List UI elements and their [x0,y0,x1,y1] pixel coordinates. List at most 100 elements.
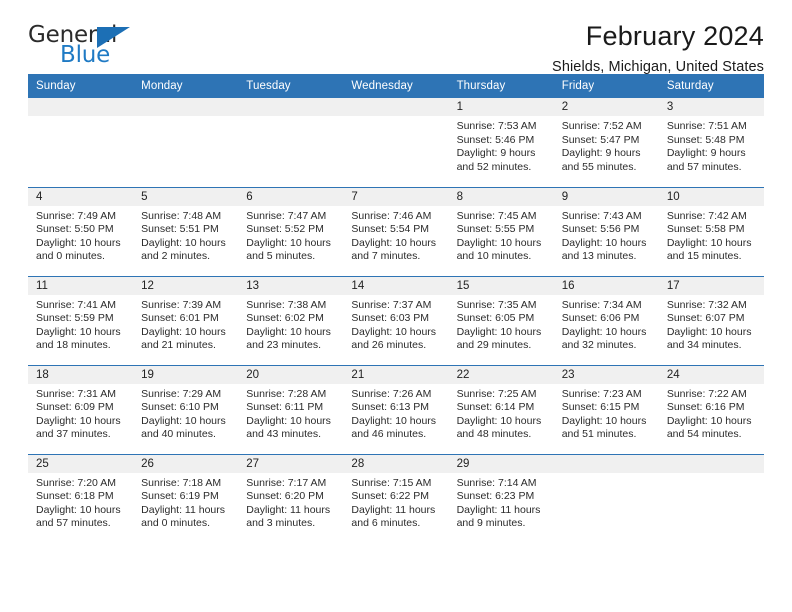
daylight-text-line2: and 0 minutes. [141,517,211,530]
day-details: Sunrise: 7:35 AM Sunset: 6:05 PM Daylight:… [449,295,554,353]
calendar-week-row: 25 Sunrise: 7:20 AM Sunset: 6:18 PM Dayligh… [28,453,764,544]
day-cell-inner [658,454,764,544]
day-details: Sunrise: 7:15 AM Sunset: 6:22 PM Daylight:… [343,473,448,531]
calendar-day-cell[interactable]: 14 Sunrise: 7:37 AM Sunset: 6:03 PM Dayligh… [343,275,449,365]
weekday-header-monday: Monday [133,74,239,98]
calendar-day-cell [658,453,764,544]
general-blue-logo[interactable]: General Blue [28,22,148,72]
calendar-day-cell[interactable]: 9 Sunrise: 7:43 AM Sunset: 5:56 PM Daylight… [553,186,659,276]
daylight-text-line2: and 48 minutes. [456,428,532,441]
day-number: 8 [448,187,554,206]
calendar-day-cell[interactable]: 5 Sunrise: 7:48 AM Sunset: 5:51 PM Daylight… [133,186,239,276]
calendar-day-cell[interactable]: 23 Sunrise: 7:23 AM Sunset: 6:15 PM Dayligh… [553,364,659,454]
daylight-text-line1: Daylight: 10 hours [456,236,542,249]
daylight-text-line1: Daylight: 10 hours [351,236,437,249]
daylight-text-line2: and 7 minutes. [351,250,421,263]
day-cell-inner: 21 Sunrise: 7:26 AM Sunset: 6:13 PM Dayligh… [343,365,449,454]
weekday-header-thursday: Thursday [448,74,554,98]
calendar-day-cell[interactable]: 20 Sunrise: 7:28 AM Sunset: 6:11 PM Dayligh… [238,364,344,454]
calendar-day-cell[interactable]: 15 Sunrise: 7:35 AM Sunset: 6:05 PM Dayligh… [448,275,554,365]
calendar-day-cell[interactable]: 22 Sunrise: 7:25 AM Sunset: 6:14 PM Dayligh… [448,364,554,454]
sunset-text: Sunset: 6:05 PM [456,312,535,325]
calendar-day-cell[interactable]: 7 Sunrise: 7:46 AM Sunset: 5:54 PM Daylight… [343,186,449,276]
day-details: Sunrise: 7:47 AM Sunset: 5:52 PM Daylight:… [238,206,343,264]
daylight-text-line1: Daylight: 10 hours [246,325,331,338]
sunset-text: Sunset: 5:46 PM [456,133,535,146]
day-cell-inner: 22 Sunrise: 7:25 AM Sunset: 6:14 PM Dayligh… [448,365,554,454]
day-cell-inner: 20 Sunrise: 7:28 AM Sunset: 6:11 PM Dayligh… [238,365,344,454]
day-cell-inner: 27 Sunrise: 7:17 AM Sunset: 6:20 PM Dayligh… [238,454,344,544]
calendar-day-cell[interactable]: 8 Sunrise: 7:45 AM Sunset: 5:55 PM Daylight… [448,186,554,276]
day-details: Sunrise: 7:49 AM Sunset: 5:50 PM Daylight:… [28,206,133,264]
calendar-day-cell[interactable]: 13 Sunrise: 7:38 AM Sunset: 6:02 PM Dayligh… [238,275,344,365]
calendar-day-cell[interactable]: 11 Sunrise: 7:41 AM Sunset: 5:59 PM Dayligh… [28,275,134,365]
day-number: 17 [658,276,764,295]
day-details: Sunrise: 7:17 AM Sunset: 6:20 PM Daylight:… [238,473,343,531]
calendar-day-cell[interactable]: 21 Sunrise: 7:26 AM Sunset: 6:13 PM Dayligh… [343,364,449,454]
calendar-day-cell[interactable]: 12 Sunrise: 7:39 AM Sunset: 6:01 PM Dayligh… [133,275,239,365]
calendar-day-cell[interactable]: 16 Sunrise: 7:34 AM Sunset: 6:06 PM Dayligh… [553,275,659,365]
calendar-day-cell[interactable]: 2 Sunrise: 7:52 AM Sunset: 5:47 PM Daylight… [553,98,659,187]
daylight-text-line2: and 57 minutes. [36,517,111,530]
daylight-text-line1: Daylight: 9 hours [561,147,641,160]
daylight-text-line1: Daylight: 9 hours [456,147,536,160]
calendar-day-cell[interactable]: 19 Sunrise: 7:29 AM Sunset: 6:10 PM Dayligh… [133,364,239,454]
day-details: Sunrise: 7:38 AM Sunset: 6:02 PM Daylight:… [238,295,343,353]
daylight-text-line2: and 18 minutes. [36,339,111,352]
page-header: General Blue February 2024 Shields, Mich… [28,0,764,76]
sunrise-text: Sunrise: 7:14 AM [456,476,537,489]
calendar-day-cell[interactable]: 10 Sunrise: 7:42 AM Sunset: 5:58 PM Dayligh… [658,186,764,276]
day-details: Sunrise: 7:31 AM Sunset: 6:09 PM Daylight:… [28,384,133,442]
daylight-text-line1: Daylight: 10 hours [351,325,437,338]
sunrise-text: Sunrise: 7:45 AM [456,209,537,222]
daylight-text-line2: and 5 minutes. [246,250,316,263]
sunrise-text: Sunrise: 7:28 AM [246,387,327,400]
sunrise-text: Sunrise: 7:17 AM [246,476,327,489]
sunrise-text: Sunrise: 7:35 AM [456,298,537,311]
day-cell-inner: 12 Sunrise: 7:39 AM Sunset: 6:01 PM Dayligh… [133,276,239,365]
day-cell-inner: 6 Sunrise: 7:47 AM Sunset: 5:52 PM Daylight… [238,187,344,276]
sunrise-text: Sunrise: 7:49 AM [36,209,116,222]
day-details: Sunrise: 7:26 AM Sunset: 6:13 PM Daylight:… [343,384,448,442]
calendar-day-cell[interactable]: 18 Sunrise: 7:31 AM Sunset: 6:09 PM Dayligh… [28,364,134,454]
daylight-text-line1: Daylight: 10 hours [456,414,542,427]
calendar-day-cell[interactable]: 28 Sunrise: 7:15 AM Sunset: 6:22 PM Dayligh… [343,453,449,543]
calendar-day-cell[interactable]: 29 Sunrise: 7:14 AM Sunset: 6:23 PM Dayligh… [448,453,554,543]
calendar-day-cell[interactable]: 3 Sunrise: 7:51 AM Sunset: 5:48 PM Daylight… [658,98,764,187]
daylight-text-line1: Daylight: 10 hours [141,414,226,427]
calendar-week-row: 4 Sunrise: 7:49 AM Sunset: 5:50 PM Daylight… [28,186,764,276]
calendar-day-cell[interactable]: 6 Sunrise: 7:47 AM Sunset: 5:52 PM Daylight… [238,186,344,276]
day-cell-inner: 4 Sunrise: 7:49 AM Sunset: 5:50 PM Daylight… [28,187,134,276]
calendar-day-cell[interactable]: 4 Sunrise: 7:49 AM Sunset: 5:50 PM Daylight… [28,186,134,276]
daylight-text-line2: and 43 minutes. [246,428,321,441]
calendar-day-cell[interactable]: 1 Sunrise: 7:53 AM Sunset: 5:46 PM Daylight… [448,98,554,187]
page-title: February 2024 [585,21,764,51]
daylight-text-line2: and 40 minutes. [141,428,216,441]
day-cell-inner: 25 Sunrise: 7:20 AM Sunset: 6:18 PM Dayligh… [28,454,134,544]
calendar-page: General Blue February 2024 Shields, Mich… [0,0,792,612]
sunrise-text: Sunrise: 7:18 AM [141,476,222,489]
day-number [553,454,659,473]
sunset-text: Sunset: 5:58 PM [666,223,745,236]
calendar-day-cell[interactable]: 17 Sunrise: 7:32 AM Sunset: 6:07 PM Dayligh… [658,275,764,365]
sunrise-text: Sunrise: 7:31 AM [36,387,116,400]
calendar-day-cell[interactable]: 27 Sunrise: 7:17 AM Sunset: 6:20 PM Dayligh… [238,453,344,544]
day-cell-inner [343,98,449,187]
daylight-text-line2: and 10 minutes. [456,250,532,263]
day-details: Sunrise: 7:45 AM Sunset: 5:55 PM Daylight:… [449,206,554,264]
day-details: Sunrise: 7:48 AM Sunset: 5:51 PM Daylight:… [133,206,238,264]
calendar-day-cell[interactable]: 24 Sunrise: 7:22 AM Sunset: 6:16 PM Dayligh… [658,364,764,454]
day-details: Sunrise: 7:14 AM Sunset: 6:23 PM Daylight:… [449,473,554,531]
sunrise-text: Sunrise: 7:47 AM [246,209,327,222]
daylight-text-line1: Daylight: 11 hours [246,503,331,516]
sunrise-sunset-calendar: Sunday Monday Tuesday Wednesday Thursday… [28,74,764,543]
day-cell-inner: 9 Sunrise: 7:43 AM Sunset: 5:56 PM Daylight… [553,187,659,276]
day-number: 28 [343,454,449,473]
calendar-day-cell[interactable]: 25 Sunrise: 7:20 AM Sunset: 6:18 PM Dayligh… [28,453,134,544]
day-details: Sunrise: 7:51 AM Sunset: 5:48 PM Daylight:… [659,116,764,174]
sunset-text: Sunset: 6:09 PM [36,401,114,414]
calendar-day-cell[interactable]: 26 Sunrise: 7:18 AM Sunset: 6:19 PM Dayligh… [133,453,239,543]
daylight-text-line1: Daylight: 10 hours [36,236,121,249]
calendar-day-cell [343,98,449,187]
day-cell-inner: 23 Sunrise: 7:23 AM Sunset: 6:15 PM Dayligh… [553,365,659,454]
